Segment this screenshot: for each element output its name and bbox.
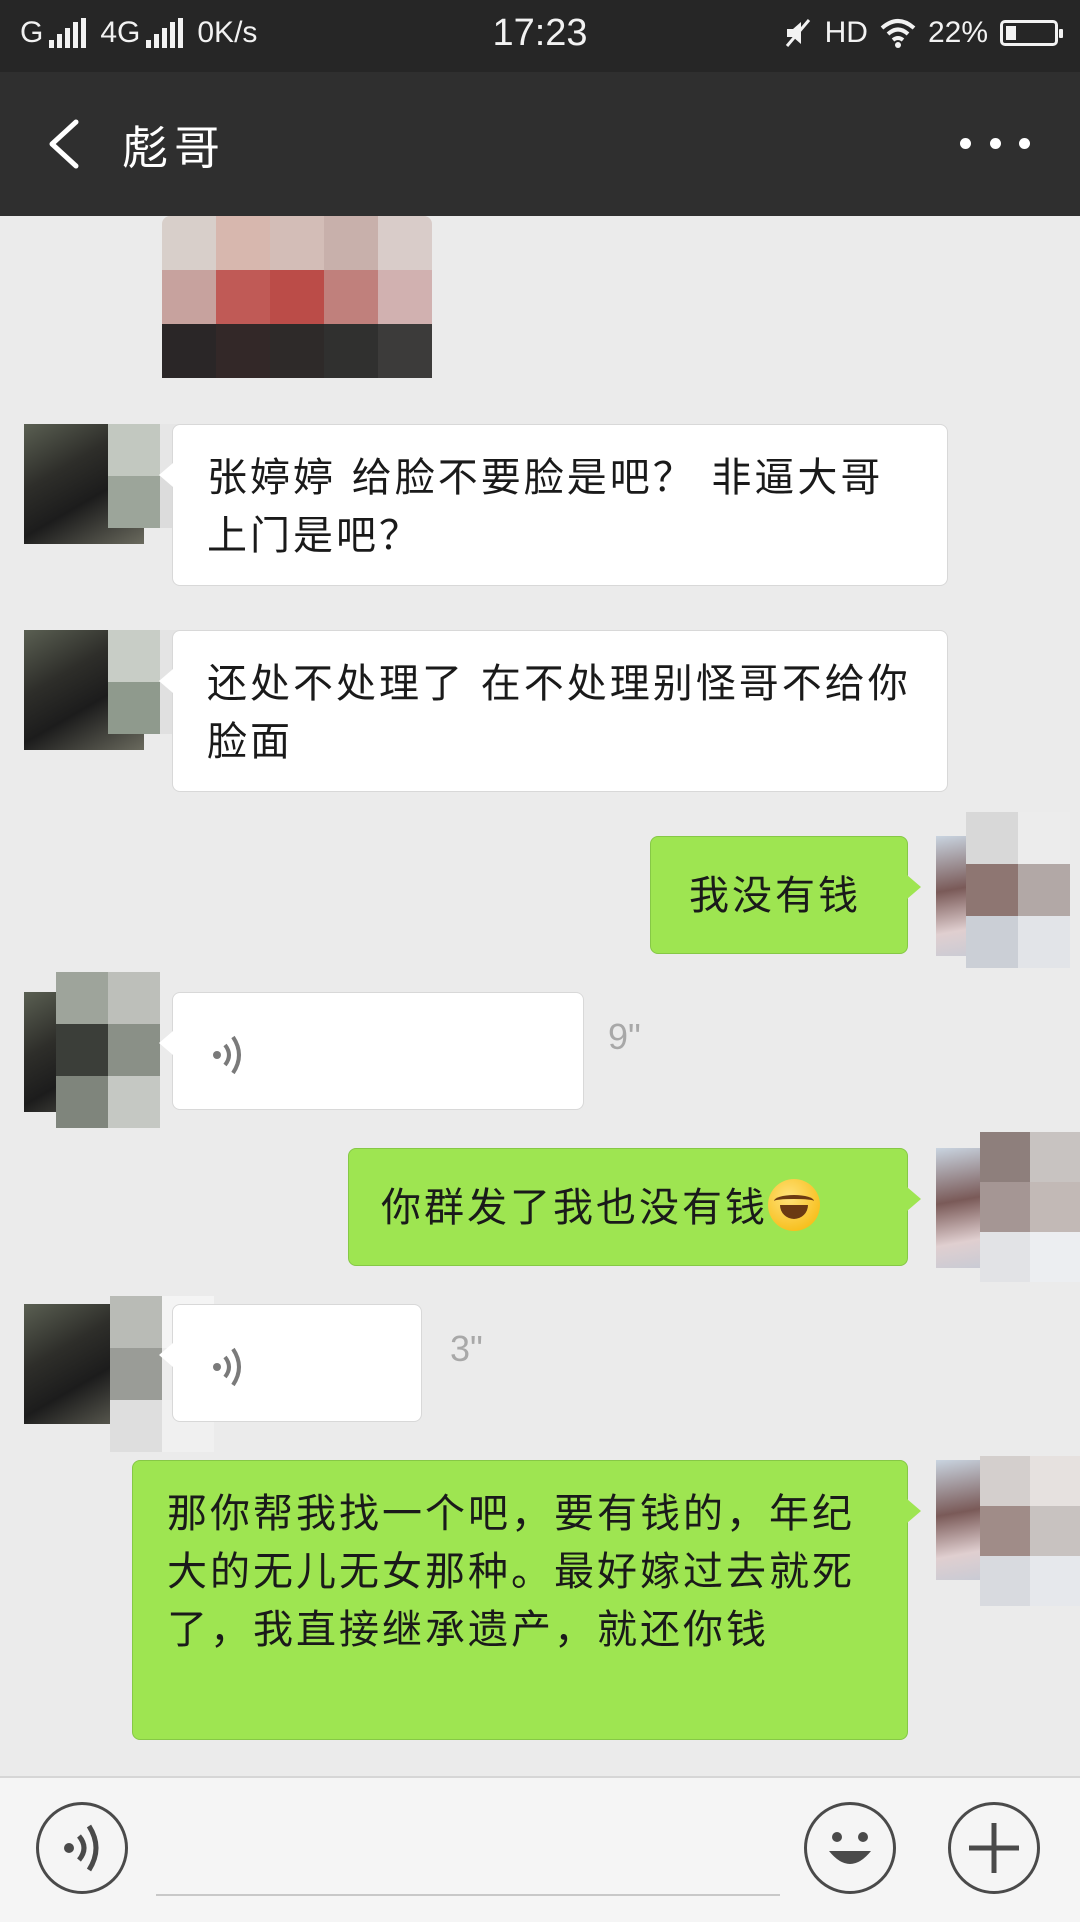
battery-icon [1000,20,1063,46]
message-bubble-incoming[interactable]: 还处不处理了 在不处理别怪哥不给你脸面 [159,630,948,792]
chat-title: 彪哥 [122,121,226,175]
mute-icon [785,19,810,47]
voice-message-bubble[interactable] [159,992,584,1110]
wifi-icon [880,19,916,48]
add-button[interactable] [948,1802,1040,1894]
voice-input-button[interactable] [36,1802,128,1894]
voice-wave-icon [213,1347,241,1387]
message-text: 你群发了我也没有钱 [381,1185,768,1231]
input-bar [0,1776,1080,1922]
privacy-mosaic [980,1132,1080,1282]
message-text: 我没有钱 [689,873,861,919]
message-text: 还处不处理了 在不处理别怪哥不给你脸面 [207,661,911,765]
back-arrow-icon[interactable] [38,114,98,174]
voice-message-bubble[interactable] [159,1304,422,1422]
emoji-icon [829,1832,871,1864]
chat-header: 彪哥 [0,72,1080,216]
more-options-icon[interactable] [960,128,1030,158]
battery-percent: 22% [927,16,988,49]
message-text: 那你帮我找一个吧，要有钱的，年纪大的无儿无女那种。最好嫁过去就死了，我直接继承遗… [167,1491,855,1653]
status-bar: G 4G 0K/s 17:23 HD 22% [0,0,1080,72]
privacy-mosaic [966,812,1070,968]
image-message[interactable] [162,216,432,386]
message-list[interactable]: 张婷婷 给脸不要脸是吧？ 非逼大哥上门是吧？ 还处不处理了 在不处理别怪哥不给你… [0,216,1080,1776]
message-text: 张婷婷 给脸不要脸是吧？ 非逼大哥上门是吧？ [207,455,884,559]
privacy-mosaic [980,1456,1080,1606]
message-bubble-outgoing[interactable]: 你群发了我也没有钱 [348,1148,921,1266]
voice-duration: 3" [450,1328,483,1369]
plus-icon [969,1823,1019,1873]
text-input-field[interactable] [156,1894,780,1896]
voice-duration: 9" [608,1016,641,1057]
crying-laughing-emoji-icon [768,1179,820,1231]
message-bubble-incoming[interactable]: 张婷婷 给脸不要脸是吧？ 非逼大哥上门是吧？ [159,424,948,586]
message-bubble-outgoing[interactable]: 我没有钱 [650,836,921,954]
voice-wave-icon [213,1035,241,1075]
message-bubble-outgoing[interactable]: 那你帮我找一个吧，要有钱的，年纪大的无儿无女那种。最好嫁过去就死了，我直接继承遗… [132,1460,921,1740]
status-right: HD 22% [783,16,1063,50]
emoji-button[interactable] [804,1802,896,1894]
voice-icon [64,1824,99,1872]
hd-label: HD [824,16,868,49]
privacy-mosaic [56,972,160,1128]
